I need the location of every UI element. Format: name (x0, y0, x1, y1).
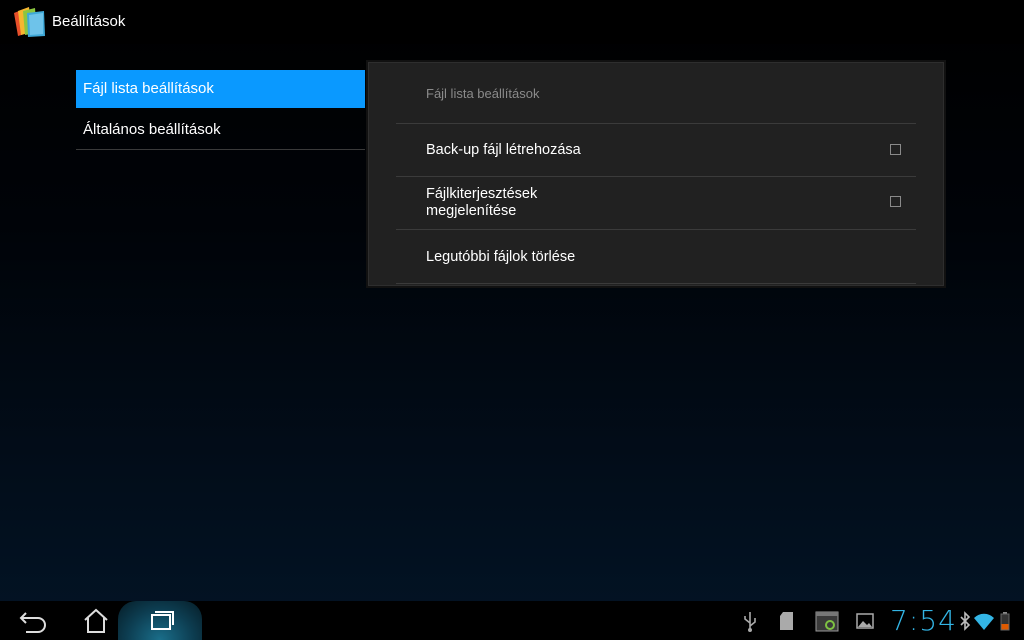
pref-show-extensions[interactable]: Fájlkiterjesztések megjelenítése (396, 177, 916, 229)
category-header: Fájl lista beállítások (426, 86, 540, 101)
home-icon (84, 608, 108, 633)
recent-apps-icon (151, 611, 174, 630)
pref-clear-recent-files[interactable]: Legutóbbi fájlok törlése (396, 230, 916, 282)
pref-show-extensions-title: Fájlkiterjesztések megjelenítése (426, 186, 537, 220)
home-button[interactable] (74, 601, 118, 640)
pref-show-extensions-line2: megjelenítése (426, 203, 517, 219)
pref-backup-file-title: Back-up fájl létrehozása (426, 142, 581, 158)
system-bar: 7:54 (0, 601, 1024, 640)
header-item-file-list-settings[interactable]: Fájl lista beállítások (76, 70, 365, 108)
back-icon (19, 612, 46, 633)
pref-clear-recent-files-title: Legutóbbi fájlok törlése (426, 249, 576, 265)
recent-apps-button[interactable] (118, 601, 202, 640)
settings-header-list: Fájl lista beállítások Általános beállít… (76, 70, 365, 152)
app-title[interactable]: Beállítások (52, 13, 125, 30)
battery-icon (1000, 612, 1010, 631)
wifi-icon (974, 613, 994, 630)
divider (396, 283, 916, 284)
usb-icon (744, 612, 756, 632)
settings-detail-panel: Fájl lista beállítások Back-up fájl létr… (366, 60, 946, 288)
pref-show-extensions-line1: Fájlkiterjesztések (426, 186, 538, 202)
pref-backup-file[interactable]: Back-up fájl létrehozása (396, 124, 916, 176)
notes-app-icon[interactable] (10, 5, 48, 39)
back-button[interactable] (12, 601, 56, 640)
show-extensions-checkbox[interactable] (890, 196, 901, 207)
gallery-icon (856, 613, 874, 629)
action-bar: Beállítások (0, 0, 1024, 44)
header-item-general-settings[interactable]: Általános beállítások (76, 110, 365, 150)
bluetooth-icon (960, 611, 971, 631)
clock[interactable]: 7:54 (890, 604, 957, 637)
sd-card-icon (780, 612, 793, 630)
backup-file-checkbox[interactable] (890, 144, 901, 155)
screenshot-icon (815, 611, 839, 632)
